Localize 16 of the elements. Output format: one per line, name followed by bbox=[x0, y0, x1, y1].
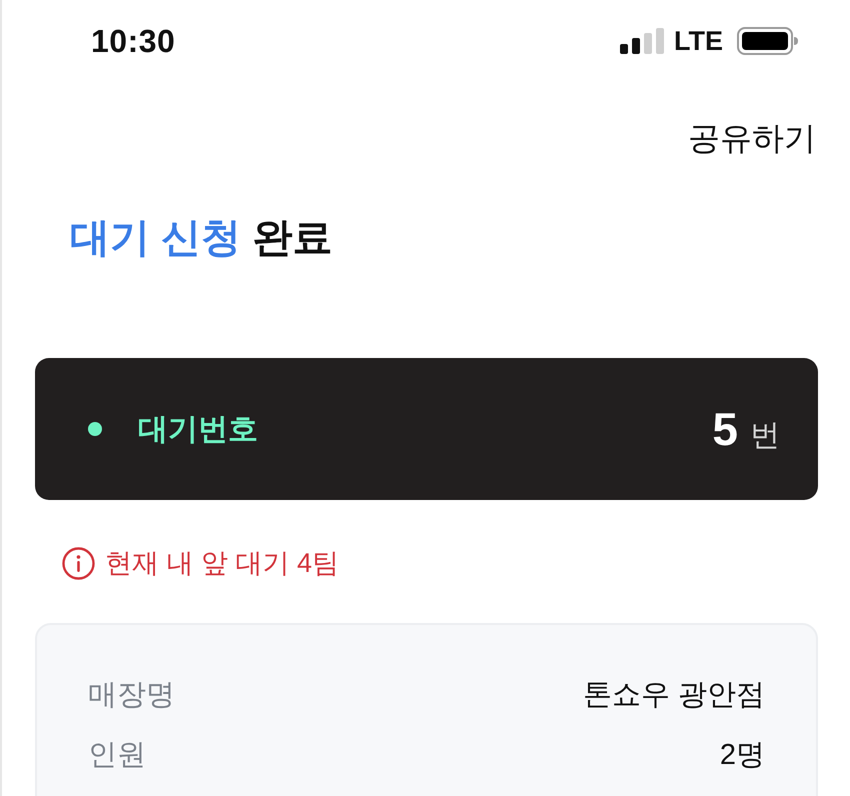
share-button[interactable]: 공유하기 bbox=[688, 117, 816, 161]
status-time: 10:30 bbox=[91, 22, 176, 60]
signal-icon bbox=[620, 28, 664, 54]
waiting-number: 5 bbox=[712, 402, 738, 456]
detail-value: 2명 bbox=[720, 738, 765, 773]
status-dot-icon bbox=[88, 422, 102, 436]
detail-label: 매장명 bbox=[88, 678, 175, 713]
detail-value: 톤쇼우 광안점 bbox=[582, 678, 765, 713]
waiting-number-label: 대기번호 bbox=[138, 412, 258, 448]
network-label: LTE bbox=[674, 26, 723, 56]
info-icon bbox=[62, 546, 95, 580]
page-title: 대기 신청 완료 bbox=[70, 215, 332, 262]
detail-label: 인원 bbox=[88, 738, 146, 773]
queue-notice: 현재 내 앞 대기 4팀 bbox=[105, 547, 340, 580]
number-unit: 번 bbox=[750, 418, 780, 454]
battery-icon bbox=[737, 27, 798, 55]
